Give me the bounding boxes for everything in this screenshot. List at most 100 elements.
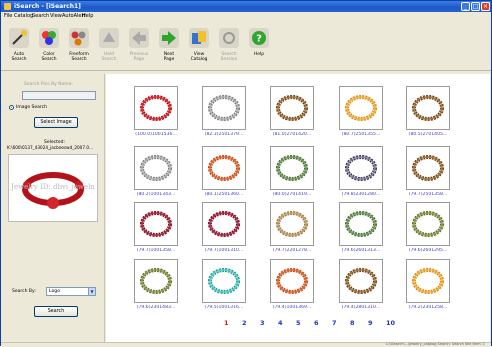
menu-catalog[interactable]: Catalog	[14, 13, 33, 19]
result-thumbnail[interactable]	[270, 86, 314, 130]
result-caption[interactable]: (79.6)2601295...	[399, 248, 457, 253]
jewelry-image	[276, 155, 308, 181]
search-session-button[interactable]: Search Session	[217, 24, 241, 68]
search-panel: Search Pics By Name: Image Search Select…	[4, 74, 105, 342]
result-caption[interactable]: (80.7)2501355...	[332, 132, 390, 137]
freeform-icon	[69, 28, 89, 48]
result-caption[interactable]: (79.7)1001310...	[195, 248, 253, 253]
result-caption[interactable]: (100.0)1001536...	[127, 132, 185, 137]
color-search-label: Color Search	[41, 52, 57, 62]
select-image-button[interactable]: Select Image	[34, 117, 78, 128]
result-caption[interactable]: (79.7)1001358...	[127, 248, 185, 253]
status-bar: C:\iSearch\...\jewelry_catalog Search: S…	[1, 342, 491, 347]
hold-search-label: Hold Search	[101, 52, 117, 62]
search-by-name-label: Search Pics By Name:	[24, 82, 73, 87]
jewelry-image	[276, 95, 308, 121]
result-caption[interactable]: (79.5)1001316...	[195, 305, 253, 310]
result-caption[interactable]: (79.8)2301280...	[332, 192, 390, 197]
freeform-search-label: Freeform Search	[69, 52, 89, 62]
help-button[interactable]: ? Help	[247, 24, 271, 68]
view-catalog-button[interactable]: View Catalog	[187, 24, 211, 68]
result-thumbnail[interactable]	[202, 259, 246, 303]
auto-search-label: Auto Search	[11, 52, 27, 62]
page-link-2[interactable]: 2	[242, 319, 247, 327]
page-link-5[interactable]: 5	[296, 319, 301, 327]
page-link-1[interactable]: 1	[224, 319, 229, 327]
next-page-button[interactable]: Next Page	[157, 24, 181, 68]
result-caption[interactable]: (80.1)2501360...	[195, 192, 253, 197]
jewelry-image	[412, 268, 444, 294]
result-thumbnail[interactable]	[134, 146, 178, 190]
previous-page-label: Previous Page	[129, 52, 149, 62]
page-link-8[interactable]: 8	[350, 319, 355, 327]
result-caption[interactable]: (79.7)2201278...	[263, 248, 321, 253]
result-thumbnail[interactable]	[406, 146, 450, 190]
result-caption[interactable]: (80.2)1001343...	[127, 192, 185, 197]
preview-watermark: Jewelry ID: dbvi_jeweln	[10, 183, 95, 191]
result-caption[interactable]: (79.4)2801310...	[332, 305, 390, 310]
result-thumbnail[interactable]	[202, 86, 246, 130]
page-link-3[interactable]: 3	[260, 319, 265, 327]
result-caption[interactable]: (79.2)2301258...	[399, 305, 457, 310]
result-thumbnail[interactable]	[339, 202, 383, 246]
hold-icon	[99, 28, 119, 48]
result-thumbnail[interactable]	[134, 259, 178, 303]
page-link-9[interactable]: 9	[368, 319, 373, 327]
jewelry-image	[208, 155, 240, 181]
result-caption[interactable]: (82.3)2501379...	[195, 132, 253, 137]
result-thumbnail[interactable]	[134, 202, 178, 246]
previous-page-button[interactable]: Previous Page	[127, 24, 151, 68]
jewelry-image	[345, 268, 377, 294]
result-thumbnail[interactable]	[270, 202, 314, 246]
hold-search-button[interactable]: Hold Search	[97, 24, 121, 68]
app-icon	[4, 3, 11, 10]
freeform-search-button[interactable]: Freeform Search	[67, 24, 91, 68]
page-link-4[interactable]: 4	[278, 319, 283, 327]
result-caption[interactable]: (79.4)1001369...	[263, 305, 321, 310]
chevron-down-icon[interactable]: ▼	[88, 288, 95, 295]
result-thumbnail[interactable]	[270, 259, 314, 303]
result-thumbnail[interactable]	[339, 86, 383, 130]
view-catalog-label: View Catalog	[190, 52, 208, 62]
jewelry-image	[140, 155, 172, 181]
jewelry-image	[208, 211, 240, 237]
close-button[interactable]: ×	[481, 2, 490, 11]
search-session-label: Search Session	[220, 52, 238, 62]
minimize-button[interactable]: _	[461, 2, 470, 11]
result-thumbnail[interactable]	[406, 259, 450, 303]
result-thumbnail[interactable]	[339, 146, 383, 190]
result-caption[interactable]: (79.7)2501358...	[399, 192, 457, 197]
result-thumbnail[interactable]	[406, 202, 450, 246]
search-button[interactable]: Search	[34, 306, 78, 317]
next-page-label: Next Page	[163, 52, 175, 62]
result-thumbnail[interactable]	[134, 86, 178, 130]
page-link-6[interactable]: 6	[314, 319, 319, 327]
auto-search-button[interactable]: Auto Search	[7, 24, 31, 68]
search-by-name-input[interactable]	[22, 91, 96, 100]
result-thumbnail[interactable]	[270, 146, 314, 190]
preview-bracelet-image: Jewelry ID: dbvi_jeweln	[10, 172, 95, 209]
maximize-button[interactable]: □	[471, 2, 480, 11]
menu-search[interactable]: Search	[32, 13, 49, 19]
result-caption[interactable]: (80.5)2701405...	[399, 132, 457, 137]
search-by-select[interactable]: Logo ▼	[46, 287, 96, 296]
app-window: iSearch - [iSearch1] _ □ × File Catalog …	[0, 0, 492, 347]
color-search-button[interactable]: Color Search	[37, 24, 61, 68]
jewelry-image	[345, 211, 377, 237]
result-thumbnail[interactable]	[202, 202, 246, 246]
image-search-radio[interactable]	[9, 105, 14, 110]
help-label: Help	[253, 52, 264, 57]
result-caption[interactable]: (80.0)2701419...	[263, 192, 321, 197]
result-caption[interactable]: (81.0)2701420...	[263, 132, 321, 137]
result-caption[interactable]: (79.6)2601313...	[332, 248, 390, 253]
result-thumbnail[interactable]	[202, 146, 246, 190]
result-thumbnail[interactable]	[406, 86, 450, 130]
page-link-10[interactable]: 10	[386, 319, 395, 327]
menu-view[interactable]: View	[50, 13, 62, 19]
menu-help[interactable]: Help	[82, 13, 93, 19]
result-caption[interactable]: (79.6)2301483...	[127, 305, 185, 310]
jewelry-image	[208, 95, 240, 121]
menu-file[interactable]: File	[4, 13, 12, 19]
page-link-7[interactable]: 7	[332, 319, 337, 327]
result-thumbnail[interactable]	[339, 259, 383, 303]
